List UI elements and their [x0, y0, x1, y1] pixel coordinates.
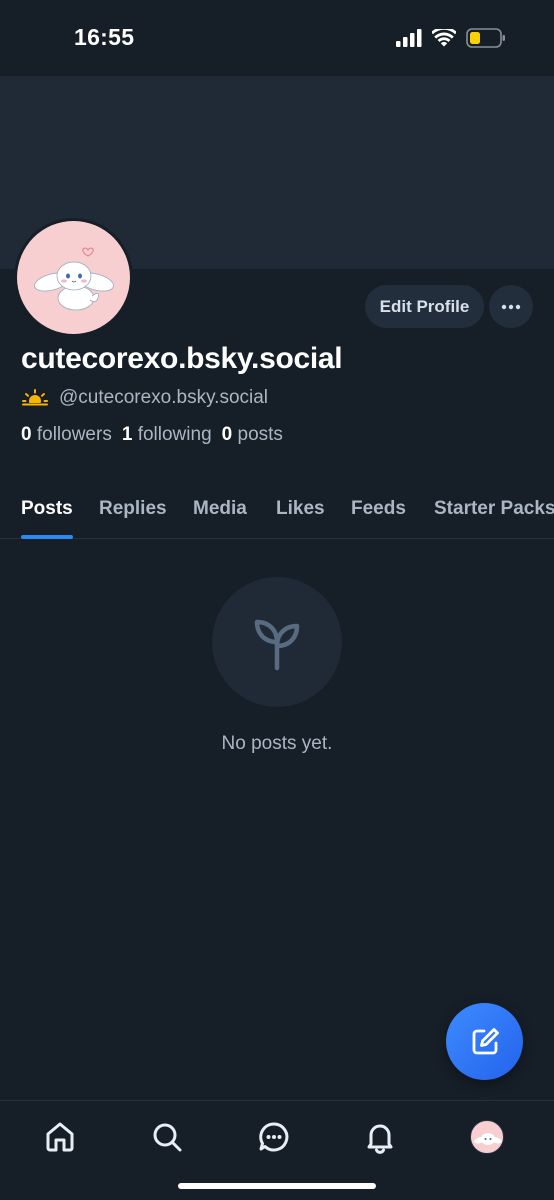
handle-row: @cutecorexo.bsky.social [21, 386, 268, 410]
profile-handle: @cutecorexo.bsky.social [59, 387, 269, 408]
signal-icon [396, 29, 422, 47]
tab-feeds[interactable]: Feeds [351, 498, 406, 520]
tab-starter-packs[interactable]: Starter Packs [434, 498, 554, 520]
tab-media[interactable]: Media [193, 498, 247, 520]
display-name: cutecorexo.bsky.social [21, 342, 343, 375]
followers-stat[interactable]: 0 followers [21, 424, 112, 446]
sprout-icon [254, 619, 300, 671]
posts-stat: 0 posts [221, 424, 283, 445]
profile-stats: 0 followers 1 following 0 posts [21, 424, 283, 446]
status-icons [396, 27, 506, 49]
tab-posts[interactable]: Posts [21, 498, 73, 520]
home-icon [46, 1122, 74, 1152]
nav-home[interactable] [40, 1117, 80, 1157]
ellipsis-icon [501, 304, 521, 309]
sun-behind-cloud-icon [21, 389, 49, 408]
nav-search[interactable] [147, 1117, 187, 1157]
battery-low-icon [466, 28, 505, 48]
cinnamoroll-avatar-image [33, 247, 114, 310]
nav-chat[interactable] [254, 1117, 294, 1157]
wifi-icon [432, 29, 456, 47]
chat-icon [259, 1122, 289, 1152]
following-stat[interactable]: 1 following [122, 424, 212, 446]
edit-profile-button[interactable]: Edit Profile [365, 285, 484, 328]
nav-notifications[interactable] [360, 1117, 400, 1157]
empty-state-text: No posts yet. [221, 733, 333, 754]
tab-likes[interactable]: Likes [276, 498, 325, 520]
nav-profile[interactable] [467, 1117, 507, 1157]
search-icon [153, 1123, 182, 1152]
profile-avatar-icon [470, 1120, 504, 1154]
profile-avatar[interactable] [14, 218, 133, 337]
tab-replies[interactable]: Replies [99, 498, 167, 520]
bell-icon [367, 1124, 393, 1154]
status-time: 16:55 [74, 24, 135, 50]
profile-screen: 16:55 Edit Profile cutecorexo.bsky.socia… [0, 0, 554, 1200]
compose-button[interactable] [446, 1003, 523, 1080]
empty-state-icon-circle [212, 577, 342, 707]
status-bar: 16:55 [0, 0, 554, 76]
profile-tabs: Posts Replies Media Likes Feeds Starter … [0, 488, 554, 539]
more-options-button[interactable] [489, 285, 533, 328]
home-indicator [178, 1183, 376, 1189]
compose-icon [472, 1027, 499, 1054]
active-tab-indicator [21, 535, 73, 539]
